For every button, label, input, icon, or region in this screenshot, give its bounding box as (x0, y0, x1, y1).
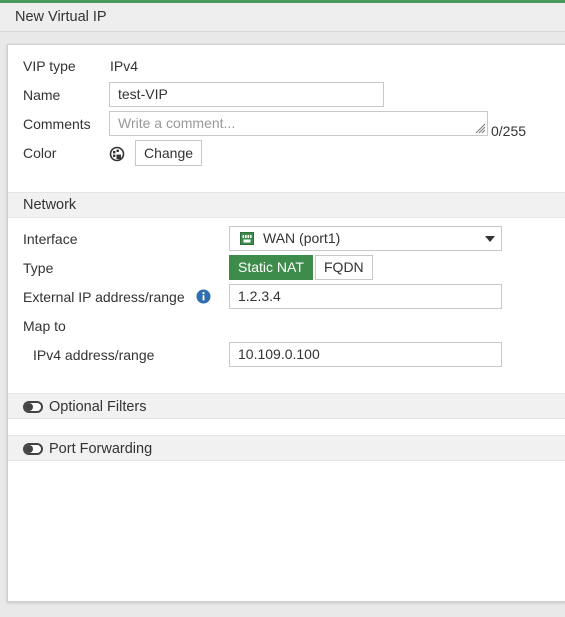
info-icon[interactable] (196, 289, 211, 304)
name-label: Name (23, 87, 61, 103)
toggle-knob (25, 403, 33, 411)
optional-filters-label: Optional Filters (49, 399, 147, 415)
type-fqdn-option[interactable]: FQDN (315, 255, 373, 280)
optional-filters-toggle[interactable] (23, 401, 43, 413)
color-label: Color (23, 145, 57, 161)
type-static-nat-option[interactable]: Static NAT (229, 255, 313, 280)
vip-type-label: VIP type (23, 58, 76, 74)
map-to-label: Map to (23, 318, 66, 334)
type-label: Type (23, 260, 54, 276)
page-title: New Virtual IP (0, 3, 565, 32)
comments-textarea[interactable]: Write a comment... (109, 111, 488, 136)
interface-label: Interface (23, 231, 78, 247)
ipv4-range-label: IPv4 address/range (33, 347, 155, 363)
toggle-knob (25, 445, 33, 453)
comments-label: Comments (23, 116, 91, 132)
port-forwarding-label: Port Forwarding (49, 441, 153, 457)
comments-placeholder: Write a comment... (118, 115, 236, 131)
interface-value: WAN (port1) (263, 230, 341, 246)
interface-select[interactable]: WAN (port1) (229, 226, 502, 251)
external-ip-input[interactable]: 1.2.3.4 (229, 284, 502, 309)
port-forwarding-toggle[interactable] (23, 443, 43, 455)
network-section-header: Network (8, 192, 565, 218)
resize-handle-icon[interactable] (474, 122, 486, 134)
name-input[interactable]: test-VIP (109, 82, 384, 107)
network-port-icon (240, 232, 254, 245)
external-ip-label: External IP address/range (23, 289, 185, 305)
palette-icon (109, 146, 125, 162)
vip-type-value: IPv4 (110, 58, 139, 74)
caret-down-icon (485, 236, 495, 242)
vip-form-panel: VIP type IPv4 Name test-VIP Comments Wri… (7, 44, 565, 602)
color-change-button[interactable]: Change (135, 140, 203, 166)
comments-counter: 0/255 (491, 123, 527, 139)
ipv4-range-input[interactable]: 10.109.0.100 (229, 342, 502, 367)
